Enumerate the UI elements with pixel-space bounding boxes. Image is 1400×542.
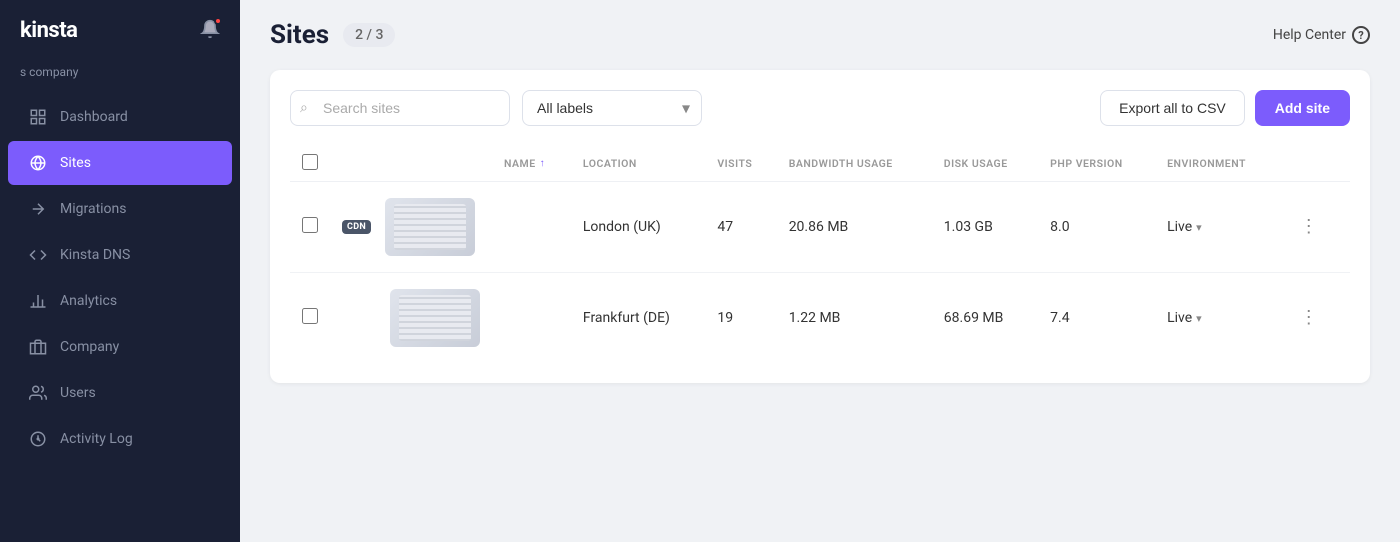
help-icon: ?	[1352, 26, 1370, 44]
toolbar-right: Export all to CSV Add site	[1100, 90, 1350, 126]
row-checkbox[interactable]	[302, 217, 318, 233]
th-disk: DISK USAGE	[932, 146, 1038, 182]
site-more-cell: ⋮	[1280, 182, 1350, 273]
site-name-cell	[492, 182, 571, 273]
sidebar-item-label: Dashboard	[60, 109, 128, 125]
sidebar-item-sites[interactable]: Sites	[8, 141, 232, 185]
sidebar-item-label: Migrations	[60, 201, 127, 217]
sidebar-item-label: Analytics	[60, 293, 117, 309]
sidebar-item-kinsta-dns[interactable]: Kinsta DNS	[8, 233, 232, 277]
sites-icon	[28, 153, 48, 173]
th-actions	[1280, 146, 1350, 182]
site-php-cell: 8.0	[1038, 182, 1155, 273]
row-select-cell	[290, 273, 330, 364]
help-center-link[interactable]: Help Center ?	[1273, 26, 1370, 44]
sidebar-item-label: Sites	[60, 155, 91, 171]
th-select	[290, 146, 330, 182]
sidebar-item-company[interactable]: Company	[8, 325, 232, 369]
labels-select-wrap: All labels ▾	[522, 90, 702, 126]
site-visits-cell: 19	[705, 273, 776, 364]
sidebar-item-label: Company	[60, 339, 119, 355]
th-visits: VISITS	[705, 146, 776, 182]
sidebar-header: kinsta	[0, 0, 240, 61]
migrations-icon	[28, 199, 48, 219]
more-options-button[interactable]: ⋮	[1292, 212, 1326, 241]
sidebar-item-analytics[interactable]: Analytics	[8, 279, 232, 323]
sites-card: ⌕ All labels ▾ Export all to CSV Add sit…	[270, 70, 1370, 383]
sidebar-item-users[interactable]: Users	[8, 371, 232, 415]
search-input-wrap: ⌕	[290, 90, 510, 126]
help-center-label: Help Center	[1273, 27, 1346, 43]
main-content: Sites 2 / 3 Help Center ? ⌕ All labels ▾	[240, 0, 1400, 542]
dns-icon	[28, 245, 48, 265]
company-icon	[28, 337, 48, 357]
th-name: NAME ↑	[492, 146, 571, 182]
site-location-cell: Frankfurt (DE)	[571, 273, 705, 364]
site-more-cell: ⋮	[1280, 273, 1350, 364]
sidebar-item-label: Users	[60, 385, 96, 401]
site-bandwidth-cell: 20.86 MB	[777, 182, 932, 273]
site-disk-cell: 1.03 GB	[932, 182, 1038, 273]
search-icon: ⌕	[300, 100, 308, 116]
toolbar: ⌕ All labels ▾ Export all to CSV Add sit…	[290, 90, 1350, 126]
add-site-button[interactable]: Add site	[1255, 90, 1350, 126]
site-visits-cell: 47	[705, 182, 776, 273]
row-checkbox[interactable]	[302, 308, 318, 324]
export-csv-button[interactable]: Export all to CSV	[1100, 90, 1245, 126]
analytics-icon	[28, 291, 48, 311]
env-chevron-icon[interactable]: ▾	[1196, 312, 1202, 325]
content-area: ⌕ All labels ▾ Export all to CSV Add sit…	[240, 60, 1400, 542]
cdn-badge: CDN	[342, 220, 371, 234]
sites-table: NAME ↑ LOCATION VISITS BANDWIDTH USAGE D…	[290, 146, 1350, 363]
page-title: Sites	[270, 20, 329, 50]
notification-dot	[214, 17, 222, 25]
sidebar-item-label: Activity Log	[60, 431, 133, 447]
users-icon	[28, 383, 48, 403]
activity-icon	[28, 429, 48, 449]
th-thumb	[330, 146, 492, 182]
site-env-cell: Live ▾	[1155, 273, 1280, 364]
sidebar: kinsta s company Dashboard	[0, 0, 240, 542]
site-thumbnail-cell	[330, 273, 492, 364]
site-thumbnail-cell: CDN	[330, 182, 492, 273]
notification-bell[interactable]	[200, 19, 220, 43]
site-php-cell: 7.4	[1038, 273, 1155, 364]
th-bandwidth: BANDWIDTH USAGE	[777, 146, 932, 182]
logo-text: kinsta	[20, 18, 77, 43]
site-env-cell: Live ▾	[1155, 182, 1280, 273]
th-php: PHP VERSION	[1038, 146, 1155, 182]
th-env: ENVIRONMENT	[1155, 146, 1280, 182]
page-title-area: Sites 2 / 3	[270, 20, 395, 50]
page-count-badge: 2 / 3	[343, 23, 395, 47]
sidebar-item-activity-log[interactable]: Activity Log	[8, 417, 232, 461]
topbar: Sites 2 / 3 Help Center ?	[240, 0, 1400, 60]
site-location-cell: London (UK)	[571, 182, 705, 273]
site-name-cell	[492, 273, 571, 364]
row-select-cell	[290, 182, 330, 273]
table-row: CDN London (UK) 47 20.86 MB 1.03 GB 8.0	[290, 182, 1350, 273]
site-thumbnail	[390, 289, 480, 347]
site-bandwidth-cell: 1.22 MB	[777, 273, 932, 364]
search-input[interactable]	[290, 90, 510, 126]
kinsta-logo: kinsta	[20, 18, 77, 43]
dashboard-icon	[28, 107, 48, 127]
env-chevron-icon[interactable]: ▾	[1196, 221, 1202, 234]
nav-list: Dashboard Sites Migrations	[0, 93, 240, 542]
labels-select[interactable]: All labels	[522, 90, 702, 126]
select-all-checkbox[interactable]	[302, 154, 318, 170]
more-options-button[interactable]: ⋮	[1292, 303, 1326, 332]
site-disk-cell: 68.69 MB	[932, 273, 1038, 364]
th-location: LOCATION	[571, 146, 705, 182]
sidebar-item-migrations[interactable]: Migrations	[8, 187, 232, 231]
sidebar-item-dashboard[interactable]: Dashboard	[8, 95, 232, 139]
sidebar-item-label: Kinsta DNS	[60, 247, 130, 263]
company-name: s company	[0, 61, 240, 93]
table-body: CDN London (UK) 47 20.86 MB 1.03 GB 8.0	[290, 182, 1350, 364]
site-thumbnail	[385, 198, 475, 256]
sort-arrow-icon: ↑	[540, 158, 546, 169]
table-header: NAME ↑ LOCATION VISITS BANDWIDTH USAGE D…	[290, 146, 1350, 182]
table-row: Frankfurt (DE) 19 1.22 MB 68.69 MB 7.4 L…	[290, 273, 1350, 364]
